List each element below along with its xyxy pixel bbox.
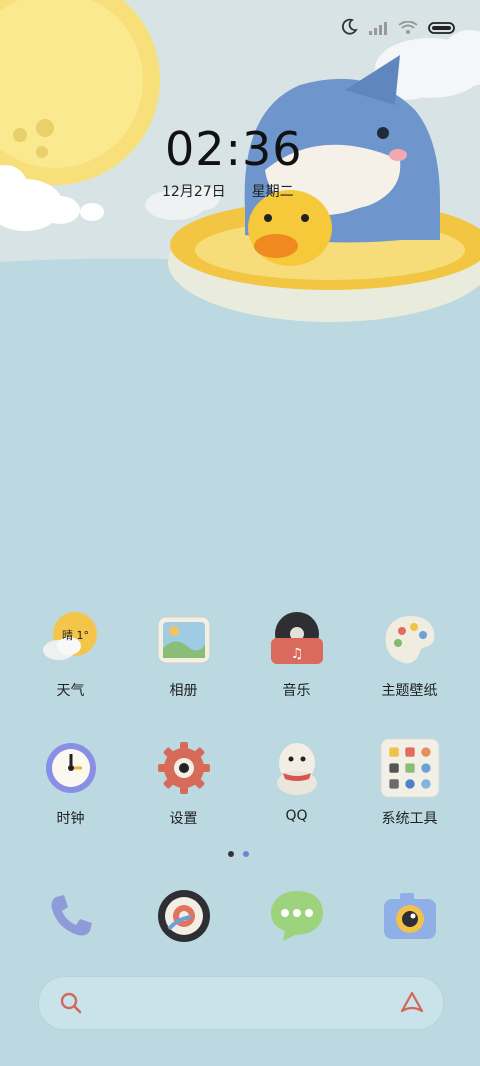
settings-icon [154, 738, 214, 798]
folder-icon [379, 738, 440, 798]
duck-illustration [248, 190, 332, 266]
wifi-icon [398, 20, 418, 39]
music-icon: ♫ [267, 610, 327, 670]
page-indicator [228, 851, 249, 857]
page-dot-active[interactable] [228, 851, 234, 857]
app-label: 时钟 [56, 811, 85, 827]
app-folder-tools[interactable]: 系统工具 [353, 738, 466, 828]
app-weather[interactable]: 晴 1° 天气 [14, 610, 127, 700]
dock-camera[interactable] [353, 886, 466, 946]
svg-text:♫: ♫ [290, 646, 303, 662]
camera-icon [380, 886, 440, 946]
clock-time[interactable]: 02:36 [165, 122, 303, 176]
status-bar [340, 18, 456, 40]
app-settings[interactable]: 设置 [127, 738, 240, 828]
app-music[interactable]: ♫ 音乐 [240, 610, 353, 700]
app-label: 设置 [169, 811, 198, 827]
app-themes[interactable]: 主题壁纸 [353, 610, 466, 700]
app-grid-row-1: 晴 1° 天气 相册 ♫ 音乐 主题壁纸 [14, 610, 480, 700]
dock-browser[interactable] [127, 886, 240, 946]
browser-icon [154, 886, 214, 946]
app-label: 系统工具 [381, 811, 438, 827]
app-qq[interactable]: QQ [240, 738, 353, 828]
app-clock[interactable]: 时钟 [14, 738, 127, 828]
themes-icon [380, 610, 440, 670]
dock-phone[interactable] [14, 886, 127, 946]
signal-icon [368, 20, 388, 39]
dock [14, 886, 480, 946]
dock-messages[interactable] [240, 886, 353, 946]
weather-badge: 晴 1° [62, 629, 89, 642]
app-label: 天气 [56, 683, 85, 699]
app-label: 相册 [169, 683, 198, 699]
app-gallery[interactable]: 相册 [127, 610, 240, 700]
app-label: QQ [285, 808, 308, 824]
date-day: 12月27日 [162, 184, 226, 200]
date-weekday: 星期二 [251, 184, 294, 200]
clock-date: 12月27日 星期二 [162, 181, 294, 201]
qq-icon [267, 738, 327, 798]
clock-icon [41, 738, 101, 798]
search-bar[interactable] [38, 976, 444, 1030]
assistant-icon[interactable] [399, 991, 425, 1019]
phone-icon [41, 886, 101, 946]
app-grid-row-2: 时钟 设置 QQ 系统工具 [14, 738, 480, 828]
app-label: 主题壁纸 [381, 683, 438, 699]
battery-icon [428, 20, 456, 39]
gallery-icon [154, 610, 214, 670]
app-label: 音乐 [282, 683, 311, 699]
page-dot[interactable] [243, 851, 249, 857]
search-icon[interactable] [59, 991, 83, 1019]
moon-icon [340, 18, 358, 40]
messages-icon [267, 886, 327, 946]
